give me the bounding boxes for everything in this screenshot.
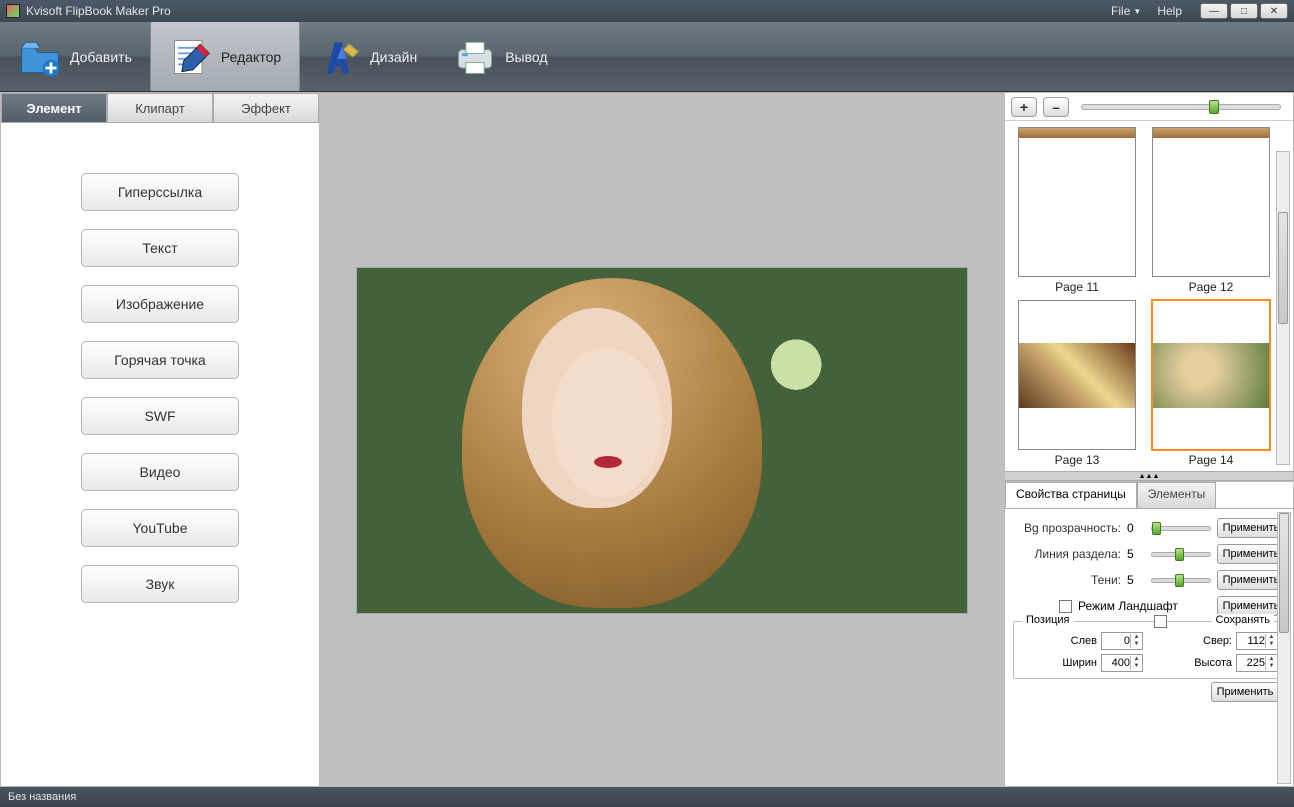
position-group: Позиция Сохранять Слев ▲▼ Свер: ▲▼ Ширин… xyxy=(1013,621,1285,679)
app-icon xyxy=(6,4,20,18)
left-tab-element[interactable]: Элемент xyxy=(1,93,107,123)
thumbnail-zoom-slider[interactable] xyxy=(1081,104,1281,110)
menu-file[interactable]: File▼ xyxy=(1103,4,1149,18)
toolbar-editor[interactable]: Редактор xyxy=(150,22,300,91)
add-image-button[interactable]: Изображение xyxy=(81,285,239,323)
shadow-slider[interactable] xyxy=(1151,578,1211,583)
add-video-button[interactable]: Видео xyxy=(81,453,239,491)
main-toolbar: Добавить Редактор Дизайн Вывод xyxy=(0,22,1294,92)
window-close-button[interactable]: ✕ xyxy=(1260,3,1288,19)
split-line-slider[interactable] xyxy=(1151,552,1211,557)
design-icon xyxy=(318,35,362,79)
toolbar-add[interactable]: Добавить xyxy=(0,22,150,91)
printer-icon xyxy=(453,35,497,79)
split-line-value: 5 xyxy=(1127,547,1145,561)
add-hyperlink-button[interactable]: Гиперссылка xyxy=(81,173,239,211)
left-tab-effect[interactable]: Эффект xyxy=(213,93,319,123)
thumbnail-page-11[interactable]: Page 11 xyxy=(1015,127,1139,294)
position-apply-button[interactable]: Применить xyxy=(1211,682,1279,702)
pos-top-input[interactable]: ▲▼ xyxy=(1236,632,1278,650)
thumbnail-page-13[interactable]: Page 13 xyxy=(1015,300,1139,467)
thumbnail-list[interactable]: Page 11 Page 12 Page 13 Page 14 xyxy=(1005,121,1293,471)
title-bar: Kvisoft FlipBook Maker Pro File▼ Help — … xyxy=(0,0,1294,22)
landscape-checkbox[interactable] xyxy=(1059,600,1072,613)
landscape-apply-button[interactable]: Применить xyxy=(1217,596,1285,616)
pos-left-input[interactable]: ▲▼ xyxy=(1101,632,1143,650)
pos-height-input[interactable]: ▲▼ xyxy=(1236,654,1278,672)
page-image-content xyxy=(402,268,762,613)
thumbnail-page-12[interactable]: Page 12 xyxy=(1149,127,1273,294)
window-maximize-button[interactable]: □ xyxy=(1230,3,1258,19)
add-sound-button[interactable]: Звук xyxy=(81,565,239,603)
properties-panel: Свойства страницы Элементы Bg прозрачнос… xyxy=(1005,481,1293,786)
bg-opacity-value: 0 xyxy=(1127,521,1145,535)
landscape-label: Режим Ландшафт xyxy=(1078,599,1211,613)
document-title: Без названия xyxy=(8,791,76,803)
thumbnail-toolbar: + – xyxy=(1005,93,1293,121)
editor-canvas-area xyxy=(320,92,1004,787)
properties-scrollbar[interactable] xyxy=(1277,512,1291,784)
folder-add-icon xyxy=(18,35,62,79)
editor-icon xyxy=(169,35,213,79)
chevron-down-icon: ▼ xyxy=(1133,7,1141,16)
shadow-value: 5 xyxy=(1127,573,1145,587)
add-hotspot-button[interactable]: Горячая точка xyxy=(81,341,239,379)
add-text-button[interactable]: Текст xyxy=(81,229,239,267)
split-line-apply-button[interactable]: Применить xyxy=(1217,544,1285,564)
window-minimize-button[interactable]: — xyxy=(1200,3,1228,19)
right-panel: + – Page 11 Page 12 Page 13 xyxy=(1004,92,1294,787)
zoom-in-button[interactable]: + xyxy=(1011,97,1037,117)
shadow-apply-button[interactable]: Применить xyxy=(1217,570,1285,590)
panel-splitter[interactable]: ▲▲▲ xyxy=(1005,471,1293,481)
bg-opacity-label: Bg прозрачность: xyxy=(1013,521,1121,535)
watermark: Boomer xyxy=(1229,771,1270,783)
bg-opacity-slider[interactable] xyxy=(1151,526,1211,531)
thumbnail-scrollbar[interactable] xyxy=(1276,151,1290,465)
add-swf-button[interactable]: SWF xyxy=(81,397,239,435)
preserve-checkbox[interactable] xyxy=(1154,615,1167,628)
menu-help[interactable]: Help xyxy=(1149,4,1190,18)
left-tab-clipart[interactable]: Клипарт xyxy=(107,93,213,123)
prop-tab-page[interactable]: Свойства страницы xyxy=(1005,482,1137,508)
add-youtube-button[interactable]: YouTube xyxy=(81,509,239,547)
bg-opacity-apply-button[interactable]: Применить xyxy=(1217,518,1285,538)
status-bar: Без названия xyxy=(0,787,1294,807)
left-panel: Элемент Клипарт Эффект Гиперссылка Текст… xyxy=(0,92,320,787)
toolbar-output[interactable]: Вывод xyxy=(435,22,565,91)
shadow-label: Тени: xyxy=(1013,573,1121,587)
toolbar-design[interactable]: Дизайн xyxy=(300,22,435,91)
prop-tab-elements[interactable]: Элементы xyxy=(1137,482,1217,508)
thumbnail-page-14[interactable]: Page 14 xyxy=(1149,300,1273,467)
zoom-out-button[interactable]: – xyxy=(1043,97,1069,117)
split-line-label: Линия раздела: xyxy=(1013,547,1121,561)
app-title: Kvisoft FlipBook Maker Pro xyxy=(26,4,171,18)
page-canvas[interactable] xyxy=(357,268,967,613)
pos-width-input[interactable]: ▲▼ xyxy=(1101,654,1143,672)
